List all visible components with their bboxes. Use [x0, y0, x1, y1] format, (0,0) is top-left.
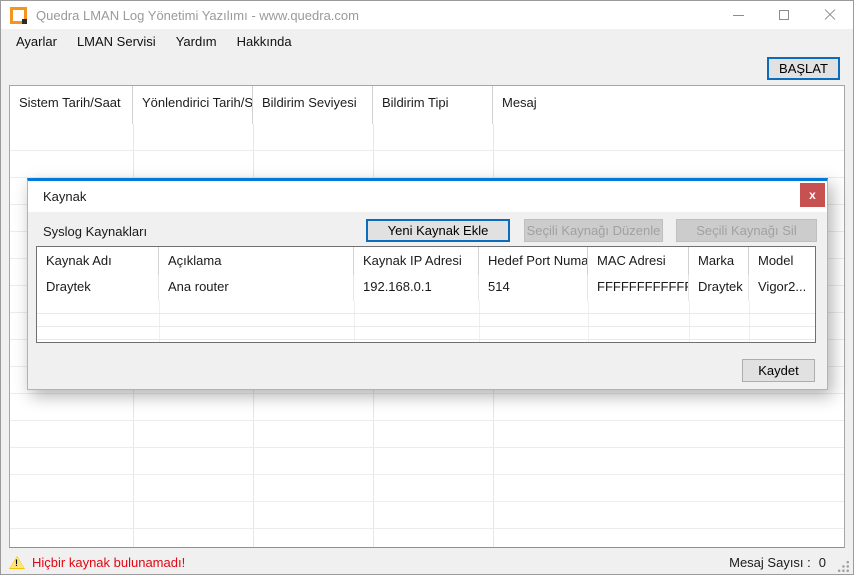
src-col-mac[interactable]: MAC Adresi — [588, 247, 689, 275]
src-cell-ip-adresi: 192.168.0.1 — [354, 275, 479, 301]
source-table-row[interactable]: Draytek Ana router 192.168.0.1 514 FFFFF… — [37, 275, 815, 301]
src-col-model[interactable]: Model — [749, 247, 815, 275]
log-table-header: Sistem Tarih/Saat Yönlendirici Tarih/Saa… — [10, 86, 844, 124]
message-count-label: Mesaj Sayısı : — [729, 555, 811, 570]
src-cell-model: Vigor2... — [749, 275, 815, 301]
dialog-close-button[interactable]: x — [800, 183, 825, 207]
source-table: Kaynak Adı Açıklama Kaynak IP Adresi Hed… — [36, 246, 816, 343]
resize-grip[interactable] — [836, 559, 849, 572]
add-source-button[interactable]: Yeni Kaynak Ekle — [366, 219, 510, 242]
close-button[interactable] — [807, 1, 853, 29]
src-col-marka[interactable]: Marka — [689, 247, 749, 275]
status-bar: Hiçbir kaynak bulunamadı! Mesaj Sayısı :… — [1, 551, 853, 574]
menu-bar: Ayarlar LMAN Servisi Yardım Hakkında — [1, 29, 853, 53]
log-col-yonlendirici-tarih[interactable]: Yönlendirici Tarih/Saat — [133, 86, 253, 124]
src-cell-mac: FFFFFFFFFFFF — [588, 275, 689, 301]
minimize-button[interactable] — [715, 1, 761, 29]
src-col-aciklama[interactable]: Açıklama — [159, 247, 354, 275]
src-col-port[interactable]: Hedef Port Numa... — [479, 247, 588, 275]
dialog-title-bar[interactable]: Kaynak x — [28, 181, 827, 212]
syslog-sources-label: Syslog Kaynakları — [43, 224, 147, 239]
source-table-empty-rows — [37, 301, 815, 342]
menu-ayarlar[interactable]: Ayarlar — [6, 30, 67, 53]
menu-hakkinda[interactable]: Hakkında — [227, 30, 302, 53]
start-button[interactable]: BAŞLAT — [767, 57, 840, 80]
message-count-value: 0 — [819, 555, 826, 570]
src-col-ip-adresi[interactable]: Kaynak IP Adresi — [354, 247, 479, 275]
maximize-icon — [779, 10, 789, 20]
status-warning-text: Hiçbir kaynak bulunamadı! — [32, 555, 185, 570]
log-col-bildirim-tipi[interactable]: Bildirim Tipi — [373, 86, 493, 124]
src-cell-kaynak-adi: Draytek — [37, 275, 159, 301]
src-cell-port: 514 — [479, 275, 588, 301]
src-col-kaynak-adi[interactable]: Kaynak Adı — [37, 247, 159, 275]
log-col-bildirim-seviyesi[interactable]: Bildirim Seviyesi — [253, 86, 373, 124]
minimize-icon — [733, 15, 744, 16]
maximize-button[interactable] — [761, 1, 807, 29]
log-col-mesaj[interactable]: Mesaj — [493, 86, 844, 124]
menu-lman-servisi[interactable]: LMAN Servisi — [67, 30, 166, 53]
title-bar: Quedra LMAN Log Yönetimi Yazılımı - www.… — [1, 1, 853, 29]
delete-source-button: Seçili Kaynağı Sil — [676, 219, 817, 242]
warning-icon — [9, 556, 25, 569]
edit-source-button: Seçili Kaynağı Düzenle — [524, 219, 663, 242]
log-col-sistem-tarih[interactable]: Sistem Tarih/Saat — [10, 86, 133, 124]
window-controls — [715, 1, 853, 29]
src-cell-aciklama: Ana router — [159, 275, 354, 301]
quedra-logo-icon — [10, 7, 27, 24]
close-icon — [824, 9, 836, 21]
save-button[interactable]: Kaydet — [742, 359, 815, 382]
dialog-title: Kaynak — [43, 189, 86, 204]
menu-yardim[interactable]: Yardım — [166, 30, 227, 53]
window-title: Quedra LMAN Log Yönetimi Yazılımı - www.… — [36, 8, 359, 23]
source-table-header: Kaynak Adı Açıklama Kaynak IP Adresi Hed… — [37, 247, 815, 275]
src-cell-marka: Draytek — [689, 275, 749, 301]
kaynak-dialog: Kaynak x Syslog Kaynakları Yeni Kaynak E… — [27, 178, 828, 390]
app-window: Quedra LMAN Log Yönetimi Yazılımı - www.… — [0, 0, 854, 575]
